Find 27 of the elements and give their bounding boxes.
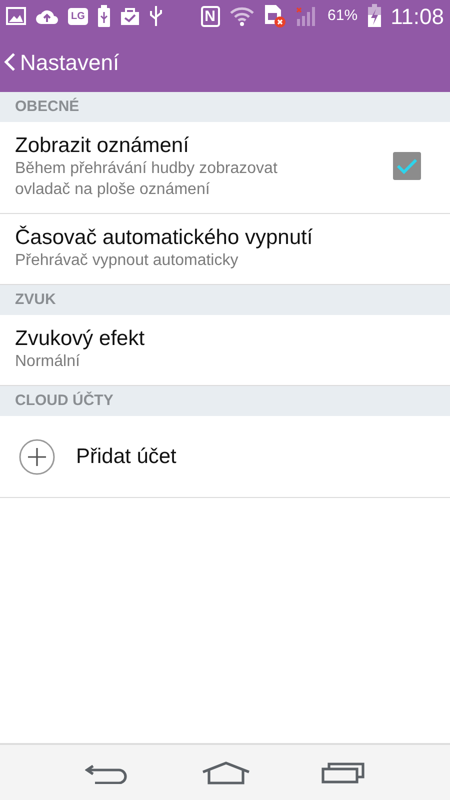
plus-circle-icon xyxy=(18,438,56,476)
battery-percent: 61% xyxy=(328,6,358,26)
home-button[interactable] xyxy=(201,760,251,784)
lg-icon: LG xyxy=(68,8,88,24)
setting-summary: Normální xyxy=(15,352,81,372)
clock-time: 11:08 xyxy=(390,2,444,30)
chevron-left-icon xyxy=(4,52,16,72)
section-header: ZVUK xyxy=(0,284,450,315)
shopping-bag-check-icon xyxy=(120,6,140,26)
section-header: OBECNÉ xyxy=(0,92,450,122)
checkbox[interactable] xyxy=(393,152,421,180)
usb-icon xyxy=(148,5,163,27)
setting-title[interactable]: Zvukový efekt xyxy=(15,324,435,352)
back-link[interactable]: Nastavení xyxy=(4,46,120,78)
image-icon xyxy=(6,7,26,25)
setting-summary: Přehrávač vypnout automaticky xyxy=(15,251,240,272)
battery-charging-icon xyxy=(366,4,382,28)
setting-summary: Během přehrávání hudby zobrazovat ovladač na ploše oznámení xyxy=(15,159,278,200)
add-account-label[interactable]: Přidat účet xyxy=(76,440,176,472)
battery-usb-icon xyxy=(96,5,111,27)
wifi-icon xyxy=(228,6,255,26)
recent-apps-button[interactable] xyxy=(321,762,365,784)
setting-title[interactable]: Časovač automatického vypnutí xyxy=(15,224,435,252)
nfc-icon: N xyxy=(200,6,220,26)
setting-title[interactable]: Zobrazit oznámení xyxy=(15,132,393,160)
section-header: CLOUD ÚČTY xyxy=(0,386,450,416)
sim-card-error-icon xyxy=(264,4,286,28)
